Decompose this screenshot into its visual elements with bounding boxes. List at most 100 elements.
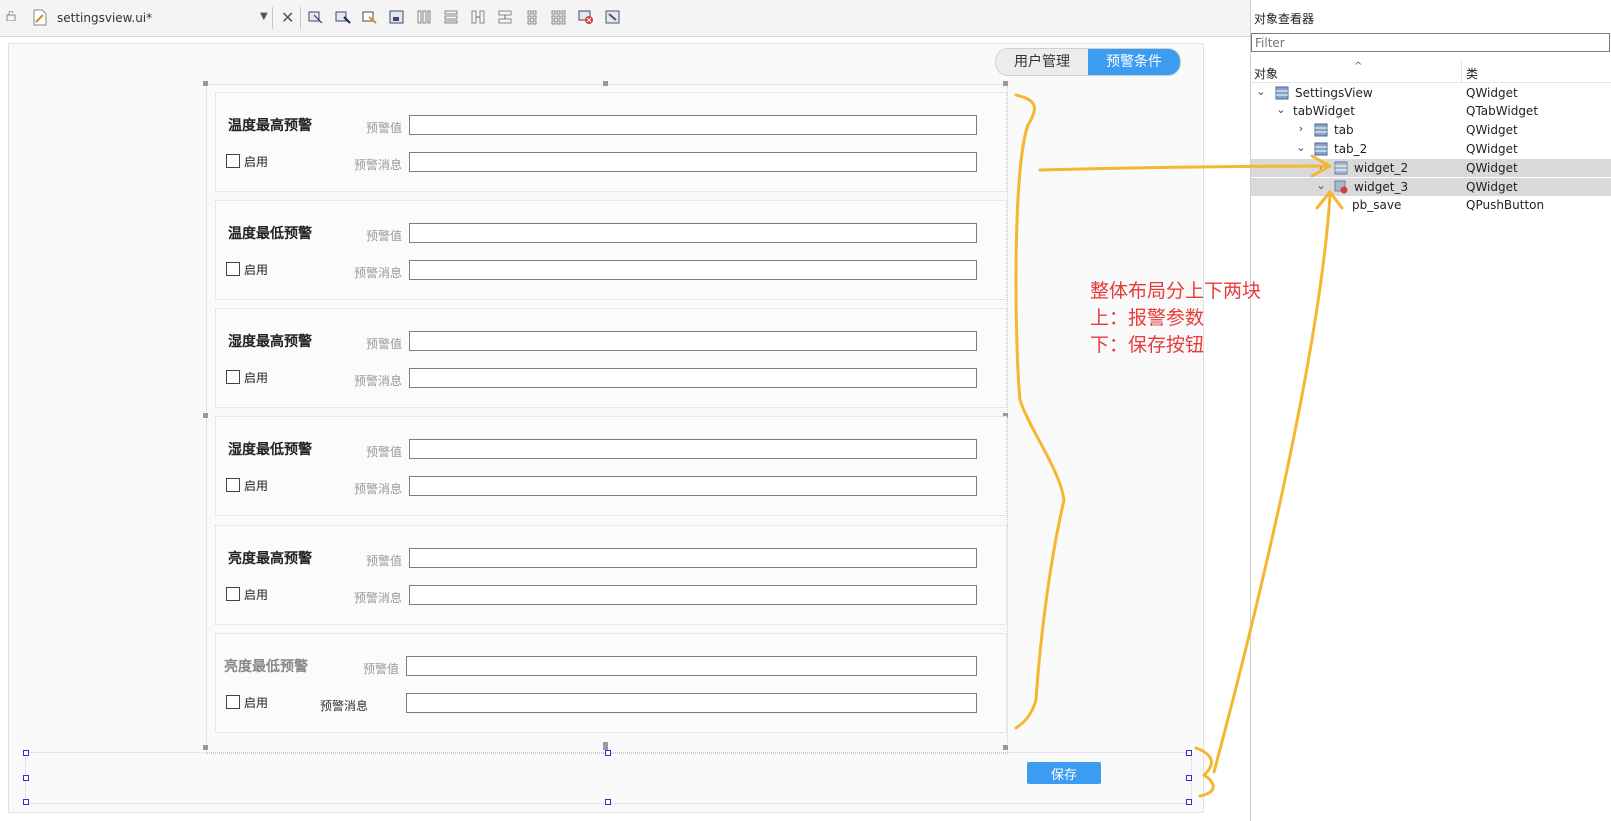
- tree-object-class: QWidget: [1466, 161, 1518, 175]
- edit-widgets-icon[interactable]: [308, 9, 324, 25]
- enable-label[interactable]: 启用: [244, 477, 268, 494]
- layout-horizontal-icon[interactable]: [416, 9, 432, 25]
- message-input[interactable]: [406, 693, 977, 713]
- tab-user-management[interactable]: 用户管理: [996, 49, 1088, 75]
- enable-label[interactable]: 启用: [244, 369, 268, 386]
- resize-handle[interactable]: [603, 81, 608, 86]
- resize-handle[interactable]: [1186, 775, 1192, 781]
- message-input[interactable]: [409, 260, 977, 280]
- tree-object-name: widget_2: [1354, 161, 1409, 175]
- resize-handle[interactable]: [203, 413, 208, 418]
- column-divider[interactable]: [1461, 60, 1462, 82]
- layout-vertical-icon[interactable]: [443, 9, 459, 25]
- chevron-right-icon[interactable]: ›: [1315, 160, 1327, 173]
- annotation-line: 上：报警参数: [1090, 307, 1205, 329]
- threshold-input[interactable]: [409, 548, 977, 568]
- resize-handle[interactable]: [1003, 81, 1008, 86]
- message-label: 预警消息: [353, 482, 402, 496]
- enable-label[interactable]: 启用: [244, 153, 268, 170]
- message-input[interactable]: [409, 152, 977, 172]
- save-button-widget[interactable]: [25, 752, 1192, 804]
- tree-row-tabwidget[interactable]: ⌄ tabWidget QTabWidget: [1251, 102, 1611, 120]
- resize-handle[interactable]: [1003, 745, 1008, 750]
- threshold-input[interactable]: [409, 439, 977, 459]
- chevron-down-icon[interactable]: ⌄: [1295, 141, 1307, 154]
- chevron-down-icon[interactable]: ⌄: [1275, 103, 1287, 116]
- layout-splitter-v-icon[interactable]: [497, 9, 513, 25]
- alarm-group-humidity-low: 湿度最低预警 预警值 启用 预警消息: [215, 416, 1007, 516]
- threshold-input[interactable]: [406, 656, 977, 676]
- column-header-object[interactable]: 对象: [1254, 65, 1278, 82]
- alarm-group-humidity-high: 湿度最高预警 预警值 启用 预警消息: [215, 308, 1007, 408]
- chevron-right-icon[interactable]: ›: [1295, 122, 1307, 135]
- group-title: 亮度最高预警: [228, 551, 312, 567]
- message-input[interactable]: [409, 476, 977, 496]
- tree-row-widget-2[interactable]: › widget_2 QWidget: [1251, 159, 1611, 177]
- break-layout-icon[interactable]: [578, 9, 594, 25]
- edit-signals-icon[interactable]: [335, 9, 351, 25]
- edit-tab-order-icon[interactable]: [389, 9, 405, 25]
- resize-handle[interactable]: [23, 750, 29, 756]
- file-name[interactable]: settingsview.ui*: [57, 11, 152, 25]
- tree-object-class: QWidget: [1466, 123, 1518, 137]
- tree-row-tab[interactable]: › tab QWidget: [1251, 121, 1611, 139]
- chevron-down-icon[interactable]: ▼: [260, 11, 268, 22]
- toolbar-separator: [300, 7, 301, 29]
- resize-handle[interactable]: [203, 745, 208, 750]
- tree-object-name: pb_save: [1352, 198, 1402, 212]
- tree-row-settingsview[interactable]: ⌄ SettingsView QWidget: [1251, 84, 1611, 102]
- resize-handle[interactable]: [1186, 750, 1192, 756]
- threshold-input[interactable]: [409, 115, 977, 135]
- alarm-group-temp-high: 温度最高预警 预警值 启用 预警消息: [215, 92, 1007, 192]
- annotation-note: 整体布局分上下两块 上：报警参数 下：保存按钮: [1090, 278, 1261, 359]
- edit-buddies-icon[interactable]: [362, 9, 378, 25]
- resize-handle[interactable]: [1186, 799, 1192, 805]
- enable-label[interactable]: 启用: [244, 694, 268, 711]
- enable-label[interactable]: 启用: [244, 261, 268, 278]
- adjust-size-icon[interactable]: [605, 9, 621, 25]
- enable-checkbox[interactable]: [226, 587, 240, 601]
- resize-handle[interactable]: [605, 750, 611, 756]
- resize-handle[interactable]: [605, 799, 611, 805]
- broken-layout-widget-icon: [1334, 180, 1348, 194]
- tree-row-tab-2[interactable]: ⌄ tab_2 QWidget: [1251, 140, 1611, 158]
- widget-icon: [1314, 142, 1328, 156]
- chevron-down-icon[interactable]: ⌄: [1255, 85, 1267, 98]
- enable-checkbox[interactable]: [226, 370, 240, 384]
- enable-checkbox[interactable]: [226, 478, 240, 492]
- resize-handle[interactable]: [203, 81, 208, 86]
- resize-handle[interactable]: [23, 775, 29, 781]
- message-input[interactable]: [409, 585, 977, 605]
- enable-label[interactable]: 启用: [244, 586, 268, 603]
- threshold-label: 预警值: [365, 229, 402, 243]
- tree-row-widget-3[interactable]: ⌄ widget_3 QWidget: [1251, 178, 1611, 196]
- layout-form-icon[interactable]: [524, 9, 540, 25]
- toolbar-separator: [272, 7, 273, 29]
- sort-up-icon: ^: [1354, 61, 1363, 72]
- column-header-class[interactable]: 类: [1466, 65, 1478, 82]
- message-input[interactable]: [409, 368, 977, 388]
- resize-handle[interactable]: [603, 742, 608, 747]
- group-title: 湿度最高预警: [228, 334, 312, 350]
- threshold-input[interactable]: [409, 331, 977, 351]
- chevron-down-icon[interactable]: ⌄: [1315, 179, 1327, 192]
- save-button[interactable]: 保存: [1027, 762, 1101, 784]
- message-label: 预警消息: [353, 266, 402, 280]
- resize-handle[interactable]: [23, 799, 29, 805]
- layout-grid-icon[interactable]: [551, 9, 567, 25]
- lock-icon[interactable]: [6, 11, 16, 21]
- tab-bar: 用户管理 预警条件: [995, 48, 1181, 76]
- group-title: 湿度最低预警: [228, 442, 312, 458]
- layout-splitter-h-icon[interactable]: [470, 9, 486, 25]
- message-label: 预警消息: [353, 158, 402, 172]
- filter-input[interactable]: [1251, 33, 1610, 52]
- group-title: 温度最高预警: [228, 118, 312, 134]
- threshold-input[interactable]: [409, 223, 977, 243]
- tab-alarm-conditions[interactable]: 预警条件: [1088, 49, 1180, 75]
- tree-row-pb-save[interactable]: pb_save QPushButton: [1251, 196, 1611, 214]
- enable-checkbox[interactable]: [226, 695, 240, 709]
- enable-checkbox[interactable]: [226, 154, 240, 168]
- enable-checkbox[interactable]: [226, 262, 240, 276]
- close-icon[interactable]: ✕: [281, 8, 294, 27]
- threshold-label: 预警值: [362, 662, 399, 676]
